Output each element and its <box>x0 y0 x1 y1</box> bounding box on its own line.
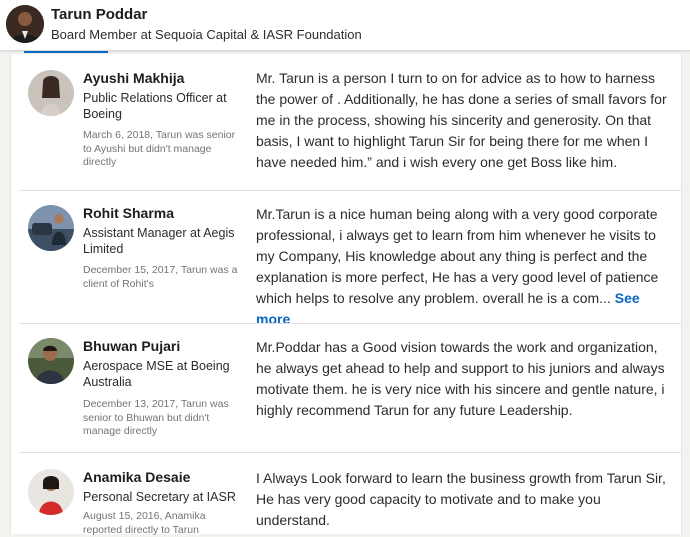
profile-avatar[interactable] <box>6 5 44 43</box>
recommender-role: Personal Secretary at IASR <box>83 490 236 504</box>
recommendation-meta: March 6, 2018, Tarun was senior to Ayush… <box>83 129 236 168</box>
recommendation-meta: December 15, 2017, Tarun was a client of… <box>83 264 238 290</box>
recommendation-text: Mr.Tarun is a nice human being along wit… <box>256 204 676 330</box>
list-item: Anamika Desaie Personal Secretary at IAS… <box>11 453 681 536</box>
recommender-name[interactable]: Ayushi Makhija <box>83 70 184 86</box>
profile-headline: Board Member at Sequoia Capital & IASR F… <box>51 27 362 42</box>
list-item: Bhuwan Pujari Aerospace MSE at Boeing Au… <box>11 324 681 452</box>
profile-name[interactable]: Tarun Poddar <box>51 6 147 23</box>
recommendation-text-body: Mr.Tarun is a nice human being along wit… <box>256 206 659 306</box>
recommendations-list: Ayushi Makhija Public Relations Officer … <box>10 54 682 536</box>
avatar[interactable] <box>28 70 74 116</box>
list-item: Ayushi Makhija Public Relations Officer … <box>11 54 681 190</box>
avatar[interactable] <box>28 469 74 515</box>
recommendation-meta: August 15, 2016, Anamika reported direct… <box>83 510 206 536</box>
avatar[interactable] <box>28 338 74 384</box>
recommendation-text: I Always Look forward to learn the busin… <box>256 470 666 528</box>
recommendation-text: Mr.Poddar has a Good vision towards the … <box>256 339 665 418</box>
recommendation-meta: December 13, 2017, Tarun was senior to B… <box>83 398 229 437</box>
avatar[interactable] <box>28 205 74 251</box>
recommender-role: Assistant Manager at Aegis Limited <box>83 226 235 256</box>
list-item: Rohit Sharma Assistant Manager at Aegis … <box>11 191 681 327</box>
recommender-name[interactable]: Rohit Sharma <box>83 205 174 221</box>
recommender-name[interactable]: Bhuwan Pujari <box>83 338 180 354</box>
recommender-name[interactable]: Anamika Desaie <box>83 469 190 485</box>
recommendation-text: Mr. Tarun is a person I turn to on for a… <box>256 70 667 170</box>
profile-header: Tarun Poddar Board Member at Sequoia Cap… <box>0 0 690 51</box>
recommender-role: Public Relations Officer at Boeing <box>83 91 227 121</box>
recommender-role: Aerospace MSE at Boeing Australia <box>83 359 230 389</box>
active-tab-indicator <box>24 51 108 53</box>
